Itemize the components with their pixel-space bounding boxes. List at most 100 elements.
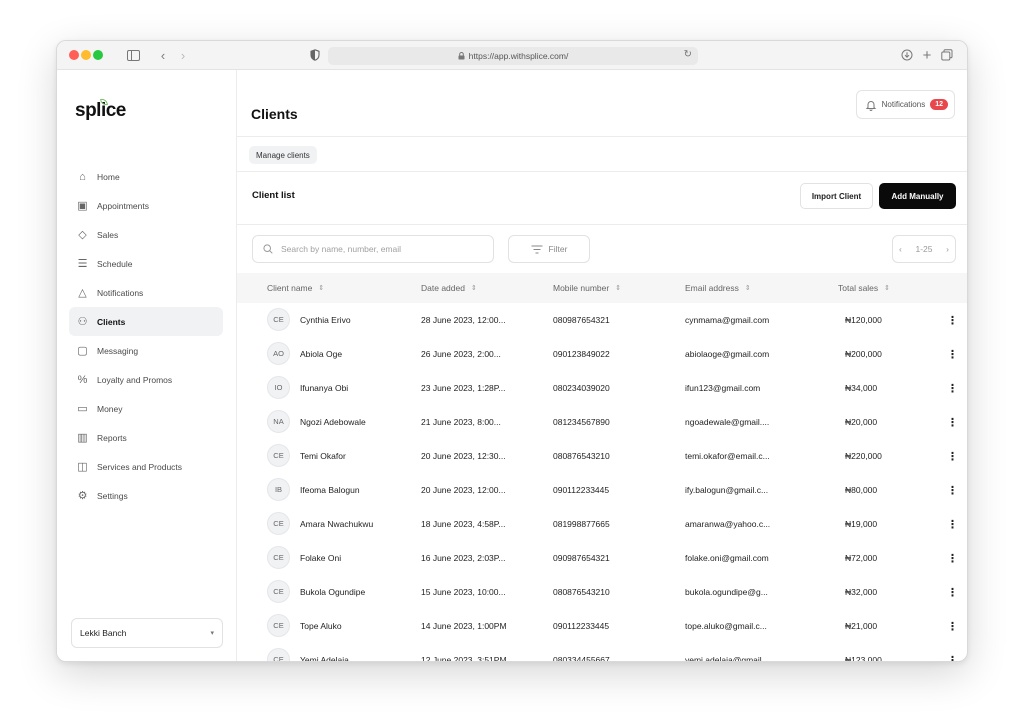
client-avatar: CE: [267, 580, 290, 603]
download-icon[interactable]: [899, 47, 915, 63]
table-row[interactable]: CE Amara Nwachukwu 18 June 2023, 4:58P... 0…: [237, 507, 967, 541]
branch-selector[interactable]: Lekki Banch ▾: [71, 618, 223, 648]
date-added: 21 June 2023, 8:00...: [421, 417, 501, 427]
total-sales: ₦120,000: [845, 315, 882, 325]
client-avatar: IO: [267, 376, 290, 399]
home-icon: ⌂: [79, 170, 86, 183]
client-name: Temi Okafor: [300, 451, 346, 461]
sidebar-item-label: Money: [97, 403, 123, 414]
page-range: 1-25: [915, 244, 933, 254]
total-sales: ₦20,000: [845, 417, 878, 427]
table-row[interactable]: CE Temi Okafor 20 June 2023, 12:30... 08087…: [237, 439, 967, 473]
table-row[interactable]: NA Ngozi Adebowale 21 June 2023, 8:00... 08…: [237, 405, 967, 439]
close-window-button[interactable]: [69, 50, 79, 60]
row-actions-icon[interactable]: ⋮: [947, 609, 958, 643]
sidebar-item-schedule[interactable]: ☰ Schedule: [69, 249, 223, 278]
row-actions-icon[interactable]: ⋮: [947, 439, 958, 473]
sidebar-toggle-icon[interactable]: [125, 47, 141, 63]
sort-icon[interactable]: ⇕: [615, 284, 621, 292]
email-address: amaranwa@yahoo.c...: [685, 519, 771, 529]
sidebar-item-services-and-products[interactable]: ◫ Services and Products: [69, 452, 223, 481]
sort-icon[interactable]: ⇕: [471, 284, 477, 292]
table-row[interactable]: CE Bukola Ogundipe 15 June 2023, 10:00... 0…: [237, 575, 967, 609]
sidebar-item-label: Schedule: [97, 258, 133, 269]
column-header-date-added[interactable]: Date added ⇕: [421, 273, 477, 303]
row-actions-icon[interactable]: ⋮: [947, 575, 958, 609]
column-header-total-sales[interactable]: Total sales ⇕: [838, 273, 890, 303]
back-icon[interactable]: ‹: [155, 47, 171, 63]
sort-icon[interactable]: ⇕: [745, 284, 751, 292]
table-row[interactable]: CE Tope Aluko 14 June 2023, 1:00PM 09011223…: [237, 609, 967, 643]
sidebar-item-loyalty-and-promos[interactable]: % Loyalty and Promos: [69, 365, 223, 394]
row-actions-icon[interactable]: ⋮: [947, 405, 958, 439]
client-avatar: CE: [267, 444, 290, 467]
row-actions-icon[interactable]: ⋮: [947, 541, 958, 575]
splice-logo[interactable]: splice: [75, 100, 126, 122]
privacy-shield-icon[interactable]: [307, 47, 323, 63]
address-bar[interactable]: https://app.withsplice.com/ ↻: [328, 47, 698, 65]
sidebar-item-notifications[interactable]: △ Notifications: [69, 278, 223, 307]
sidebar-item-money[interactable]: ▭ Money: [69, 394, 223, 423]
column-header-client-name[interactable]: Client name ⇕: [267, 273, 324, 303]
row-actions-icon[interactable]: ⋮: [947, 507, 958, 541]
gear-icon: ⚙: [77, 490, 88, 502]
table-row[interactable]: IO Ifunanya Obi 23 June 2023, 1:28P... 0802…: [237, 371, 967, 405]
table-row[interactable]: AO Abiola Oge 26 June 2023, 2:00... 0901238…: [237, 337, 967, 371]
sidebar-item-label: Sales: [97, 229, 119, 240]
client-avatar: AO: [267, 342, 290, 365]
minimize-window-button[interactable]: [81, 50, 91, 60]
new-tab-icon[interactable]: +: [919, 47, 935, 64]
sidebar-nav: ⌂ Home ▣ Appointments ◇ Sales ☰ Schedule △ Notifi…: [69, 162, 223, 510]
table-row[interactable]: CE Folake Oni 16 June 2023, 2:03P... 090987…: [237, 541, 967, 575]
sidebar-item-label: Clients: [97, 316, 126, 327]
notifications-label: Notifications: [881, 100, 926, 109]
bell-icon: [865, 100, 876, 111]
list-icon: ☰: [77, 258, 88, 270]
mobile-number: 081998877665: [553, 519, 610, 529]
sidebar-item-home[interactable]: ⌂ Home: [69, 162, 223, 191]
row-actions-icon[interactable]: ⋮: [947, 473, 958, 507]
table-row[interactable]: CE Yemi Adelaja 12 June 2023, 3:51PM 080334…: [237, 643, 967, 662]
search-input[interactable]: Search by name, number, email: [252, 235, 494, 263]
prev-page-icon[interactable]: ‹: [899, 244, 902, 254]
bar-chart-icon: ▥: [77, 432, 88, 444]
column-header-email-address[interactable]: Email address ⇕: [685, 273, 751, 303]
forward-icon[interactable]: ›: [175, 47, 191, 63]
table-row[interactable]: IB Ifeoma Balogun 20 June 2023, 12:00... 09…: [237, 473, 967, 507]
notifications-button[interactable]: Notifications 12: [855, 90, 955, 119]
email-address: ify.balogun@gmail.c...: [685, 485, 769, 495]
filter-label: Filter: [548, 244, 568, 254]
sort-icon[interactable]: ⇕: [318, 284, 324, 292]
date-added: 14 June 2023, 1:00PM: [421, 621, 507, 631]
mobile-number: 090987654321: [553, 553, 610, 563]
mobile-number: 090123849022: [553, 349, 610, 359]
sidebar-item-settings[interactable]: ⚙ Settings: [69, 481, 223, 510]
client-list-title: Client list: [252, 190, 295, 201]
email-address: ngoadewale@gmail....: [685, 417, 770, 427]
sidebar-item-appointments[interactable]: ▣ Appointments: [69, 191, 223, 220]
total-sales: ₦80,000: [845, 485, 878, 495]
next-page-icon[interactable]: ›: [946, 244, 949, 254]
sort-icon[interactable]: ⇕: [884, 284, 890, 292]
sidebar-item-clients[interactable]: ⚇ Clients: [69, 307, 223, 336]
email-address: bukola.ogundipe@g...: [685, 587, 768, 597]
row-actions-icon[interactable]: ⋮: [947, 643, 958, 662]
sidebar-item-sales[interactable]: ◇ Sales: [69, 220, 223, 249]
reload-icon[interactable]: ↻: [684, 49, 692, 60]
sidebar-item-messaging[interactable]: ▢ Messaging: [69, 336, 223, 365]
tab-manage-clients[interactable]: Manage clients: [249, 146, 317, 164]
row-actions-icon[interactable]: ⋮: [947, 337, 958, 371]
date-added: 20 June 2023, 12:00...: [421, 485, 506, 495]
column-header-mobile-number[interactable]: Mobile number ⇕: [553, 273, 621, 303]
sidebar-item-reports[interactable]: ▥ Reports: [69, 423, 223, 452]
filter-button[interactable]: Filter: [508, 235, 590, 263]
maximize-window-button[interactable]: [93, 50, 103, 60]
add-manually-button[interactable]: Add Manually: [879, 183, 956, 209]
row-actions-icon[interactable]: ⋮: [947, 371, 958, 405]
chevron-down-icon: ▾: [210, 630, 214, 637]
tab-overview-icon[interactable]: [939, 47, 955, 63]
table-row[interactable]: CE Cynthia Erivo 28 June 2023, 12:00... 080…: [237, 303, 967, 337]
row-actions-icon[interactable]: ⋮: [947, 303, 958, 337]
import-client-button[interactable]: Import Client: [800, 183, 873, 209]
url-text: https://app.withsplice.com/: [468, 51, 569, 61]
